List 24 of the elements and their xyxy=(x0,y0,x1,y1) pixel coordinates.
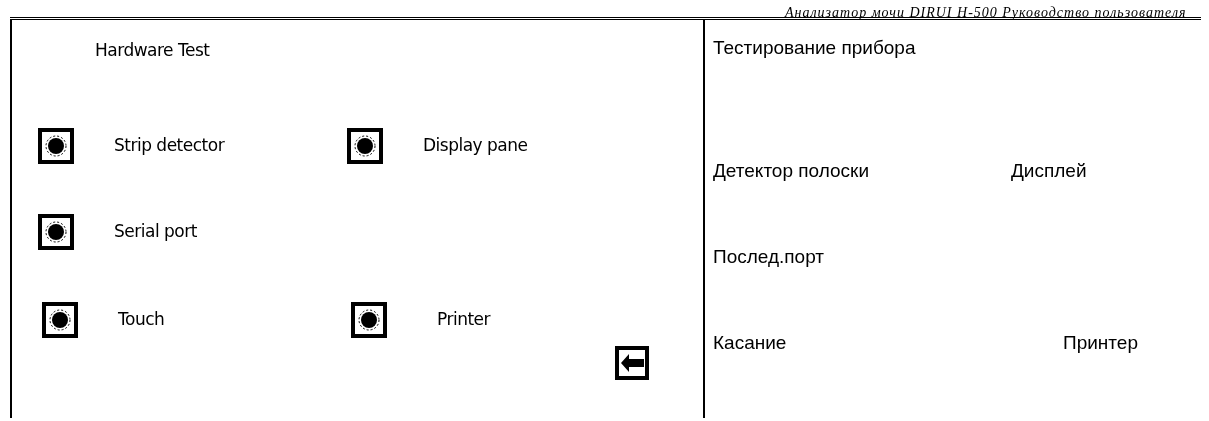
translation-label: Дисплей xyxy=(1011,159,1087,181)
indicator-dot-icon xyxy=(354,134,376,157)
translation-label: Детектор полоски xyxy=(713,159,870,181)
indicator-dot-icon xyxy=(45,220,67,243)
indicator-dot-icon xyxy=(49,308,71,331)
back-button[interactable] xyxy=(615,345,649,380)
indicator-button[interactable] xyxy=(38,213,74,250)
screen-title: Hardware Test xyxy=(95,39,210,62)
translation-label: Послед.порт xyxy=(713,245,825,267)
indicator-dot-icon xyxy=(45,134,67,157)
indicator-button[interactable] xyxy=(38,127,74,164)
test-label: Printer xyxy=(437,307,491,331)
test-label: Serial port xyxy=(114,219,197,243)
indicator-button[interactable] xyxy=(42,301,78,338)
translation-label: Принтер xyxy=(1063,331,1138,353)
test-label: Strip detector xyxy=(114,133,225,157)
translation-title: Тестирование прибора xyxy=(713,36,916,60)
indicator-button[interactable] xyxy=(347,127,383,164)
test-label: Display pane xyxy=(423,133,528,157)
indicator-dot-icon xyxy=(358,308,380,331)
indicator-button[interactable] xyxy=(351,301,387,338)
test-label: Touch xyxy=(118,307,165,331)
document-header: Анализатор мочи DIRUI H-500 Руководство пользователя xyxy=(785,6,1187,20)
translation-label: Касание xyxy=(713,331,787,353)
